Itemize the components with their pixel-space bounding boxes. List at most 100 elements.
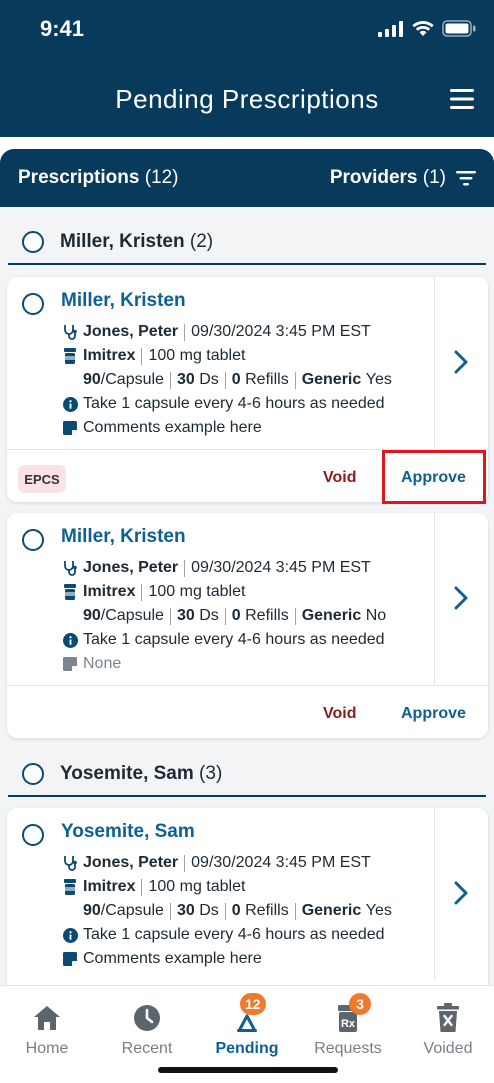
drug-strength: 100 mg tablet [148, 347, 246, 364]
approve-button[interactable]: Approve [401, 705, 466, 723]
info-icon [62, 927, 78, 943]
card-patient-name[interactable]: Miller, Kristen [61, 290, 186, 312]
stethoscope-icon [64, 561, 77, 576]
wifi-icon [412, 20, 434, 36]
tab-recent[interactable]: Recent [98, 1002, 196, 1058]
tab-label: Requests [314, 1040, 382, 1057]
quantity-unit: /Capsule [100, 902, 164, 919]
note-icon [63, 657, 77, 671]
info-icon [62, 396, 78, 412]
card-select-radio[interactable] [22, 529, 44, 551]
comments-text: Comments example here [83, 950, 262, 967]
quantity-row: 90/Capsule 30 Ds 0 Refills Generic No [83, 607, 386, 625]
drug-name: Imitrex [83, 583, 136, 600]
quantity-unit: /Capsule [100, 371, 164, 388]
home-indicator[interactable] [158, 1067, 338, 1073]
refills-unit: Refills [245, 607, 289, 624]
sig-row: Take 1 capsule every 4-6 hours as needed [61, 395, 385, 413]
sig-row: Take 1 capsule every 4-6 hours as needed [61, 631, 385, 649]
pill-bottle-icon [64, 879, 76, 895]
group-select-radio[interactable] [22, 763, 44, 785]
refills-unit: Refills [245, 371, 289, 388]
filter-icon [456, 171, 476, 186]
chevron-right-icon[interactable] [453, 880, 469, 906]
comments-text: Comments example here [83, 419, 262, 436]
chevron-right-icon[interactable] [453, 585, 469, 611]
drug-name: Imitrex [83, 347, 136, 364]
status-time: 9:41 [40, 16, 85, 41]
card-patient-name[interactable]: Miller, Kristen [61, 526, 186, 548]
page-title: Pending Prescriptions [115, 84, 379, 114]
patient-group-header[interactable]: Miller, Kristen (2) [0, 207, 494, 265]
epcs-badge: EPCS [18, 465, 66, 493]
sig-text: Take 1 capsule every 4-6 hours as needed [83, 926, 385, 943]
providers-count: (1) [422, 167, 446, 188]
svg-text:Rx: Rx [341, 1018, 356, 1030]
hamburger-menu-icon[interactable] [450, 88, 474, 110]
refills-unit: Refills [245, 902, 289, 919]
generic-label: Generic [301, 902, 362, 919]
days-supply-value: 30 [176, 371, 195, 388]
status-icons [378, 20, 476, 37]
providers-filter-button[interactable]: Providers (1) [330, 167, 476, 189]
list-toolbar: Prescriptions (12) Providers (1) [0, 149, 494, 207]
void-button[interactable]: Void [323, 705, 356, 723]
requests-count-badge: 3 [349, 993, 371, 1015]
pending-count-badge: 12 [240, 993, 266, 1015]
quantity-row: 90/Capsule 30 Ds 0 Refills Generic Yes [83, 371, 392, 389]
stethoscope-icon [64, 325, 77, 340]
drug-strength: 100 mg tablet [148, 583, 246, 600]
days-supply-value: 30 [176, 607, 195, 624]
group-divider [8, 263, 486, 265]
tab-label: Voided [423, 1040, 473, 1057]
chevron-right-icon[interactable] [453, 349, 469, 375]
app-header: 9:41 Pending Prescriptions [0, 0, 494, 137]
prescribed-datetime: 09/30/2024 3:45 PM EST [191, 559, 371, 576]
comments-row: Comments example here [61, 950, 262, 968]
drug-name: Imitrex [83, 878, 136, 895]
prescription-card[interactable]: Miller, Kristen Jones, Peter 09/30/2024 3… [7, 277, 488, 504]
days-supply-unit: Ds [199, 902, 219, 919]
card-vertical-divider [434, 808, 435, 980]
refills-value: 0 [231, 371, 241, 388]
prescriptions-count: (12) [144, 167, 179, 188]
signal-icon [378, 20, 403, 37]
patient-group-header[interactable]: Yosemite, Sam (3) [0, 739, 494, 797]
group-count: (3) [199, 763, 223, 784]
days-supply-unit: Ds [199, 607, 219, 624]
stethoscope-icon [64, 856, 77, 871]
prescription-card[interactable]: Miller, Kristen Jones, Peter 09/30/2024 3… [7, 513, 488, 738]
card-vertical-divider [434, 513, 435, 685]
providers-label: Providers [329, 167, 418, 188]
tab-home[interactable]: Home [0, 1002, 96, 1058]
tab-voided[interactable]: Voided [399, 1002, 494, 1058]
prescription-list: Miller, Kristen (2) Miller, Kristen Jone… [0, 207, 494, 985]
pill-bottle-icon [64, 584, 76, 600]
sig-text: Take 1 capsule every 4-6 hours as needed [83, 395, 385, 412]
tab-label: Home [25, 1040, 69, 1057]
provider-name: Jones, Peter [83, 854, 179, 871]
prescriptions-count-label: Prescriptions (12) [18, 167, 179, 189]
drug-row: Imitrex 100 mg tablet [61, 583, 245, 601]
days-supply-unit: Ds [199, 371, 219, 388]
tab-pending[interactable]: 12 Pending [198, 993, 296, 1058]
card-select-radio[interactable] [22, 293, 44, 315]
note-icon [63, 421, 77, 435]
tab-label: Pending [215, 1040, 279, 1057]
provider-row: Jones, Peter 09/30/2024 3:45 PM EST [61, 854, 371, 872]
card-horizontal-divider [7, 685, 488, 686]
card-patient-name[interactable]: Yosemite, Sam [61, 821, 195, 843]
refills-value: 0 [231, 607, 241, 624]
provider-row: Jones, Peter 09/30/2024 3:45 PM EST [61, 559, 371, 577]
card-select-radio[interactable] [22, 824, 44, 846]
tab-requests[interactable]: Rx 3 Requests [299, 993, 397, 1058]
info-icon [62, 632, 78, 648]
generic-value: Yes [365, 371, 392, 388]
generic-value: No [365, 607, 387, 624]
quantity-row: 90/Capsule 30 Ds 0 Refills Generic Yes [83, 902, 392, 920]
void-button[interactable]: Void [323, 469, 356, 487]
drug-strength: 100 mg tablet [148, 878, 246, 895]
prescription-card[interactable]: Yosemite, Sam Jones, Peter 09/30/2024 3:4… [7, 808, 488, 985]
group-select-radio[interactable] [22, 231, 44, 253]
generic-label: Generic [301, 607, 362, 624]
